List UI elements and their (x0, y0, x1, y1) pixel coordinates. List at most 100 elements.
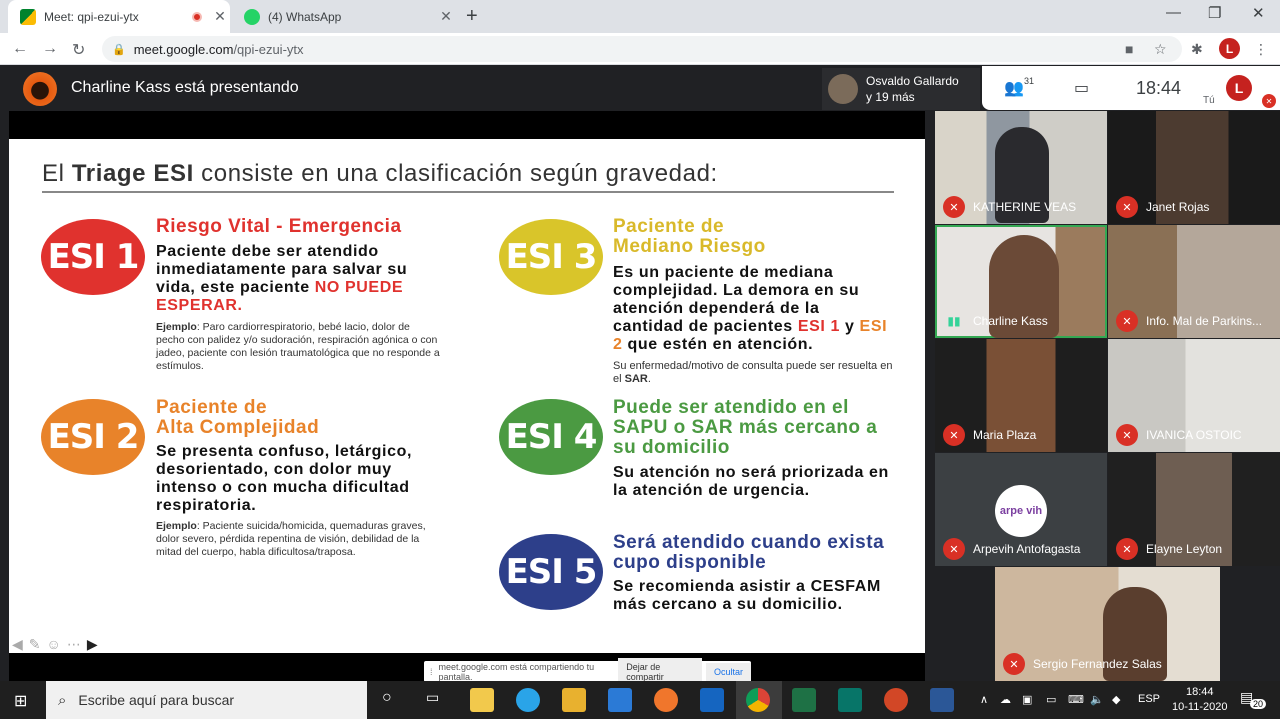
extensions-icon[interactable]: ✱ (1191, 41, 1203, 58)
chat-icon[interactable]: ▭ (1074, 78, 1089, 98)
drag-handle-icon[interactable]: ⁞ (430, 667, 433, 677)
mic-muted-icon: ✕ (1116, 310, 1138, 332)
volume-muted-icon[interactable]: 🔈 (1090, 693, 1104, 706)
url-host: meet.google.com (133, 41, 234, 57)
forward-icon[interactable]: → (42, 40, 58, 58)
esi2-title: Paciente de Alta Complejidad (156, 397, 320, 438)
esi4-title: Puede ser atendido en el SAPU o SAR más … (613, 397, 878, 458)
battery-icon[interactable]: ▭ (1046, 693, 1056, 706)
camera-icon[interactable]: ■ (1125, 41, 1133, 57)
prev-slide-icon[interactable]: ◀ (12, 636, 23, 653)
esi4-badge: ESI 4 (499, 399, 603, 475)
close-tab-icon[interactable]: ✕ (210, 8, 230, 25)
address-bar-row: ← → ↻ 🔒 meet.google.com/qpi-ezui-ytx ■ ☆… (0, 33, 1280, 65)
network-icon[interactable]: ⌨ (1068, 693, 1084, 706)
participant-count: 31 (1024, 76, 1035, 86)
tab-title: (4) WhatsApp (268, 9, 342, 24)
dropbox-icon[interactable]: ◆ (1112, 693, 1120, 706)
whatsapp-favicon-icon (244, 8, 260, 25)
taskbar-clock[interactable]: 18:44 10-11-2020 (1172, 685, 1227, 715)
sharing-message: meet.google.com está compartiendo tu pan… (438, 661, 595, 682)
tab-whatsapp[interactable]: (4) WhatsApp ✕ (232, 0, 456, 33)
mail-icon[interactable] (608, 688, 632, 712)
participant-tile[interactable]: ✕ Info. Mal de Parkins... (1108, 225, 1280, 338)
tab-meet[interactable]: Meet: qpi-ezui-ytx ✕ (8, 0, 230, 33)
mic-muted-icon: ✕ (943, 424, 965, 446)
menu-icon[interactable]: ⋮ (1254, 41, 1268, 58)
meet-tray-icon[interactable]: ▣ (1022, 693, 1032, 706)
esi2-badge: ESI 2 (41, 399, 145, 475)
more-icon[interactable]: ⋯ (67, 636, 81, 653)
people-icon[interactable]: 👥 (1004, 78, 1024, 98)
store-icon[interactable] (470, 688, 494, 712)
chrome-icon[interactable] (746, 688, 770, 712)
next-slide-icon[interactable]: ▶ (87, 636, 98, 653)
mic-muted-icon: ✕ (1116, 538, 1138, 560)
esi1-badge: ESI 1 (41, 219, 145, 295)
participant-tile[interactable]: ✕ Maria Plaza (935, 339, 1107, 452)
search-placeholder: Escribe aquí para buscar (78, 692, 235, 708)
pen-icon[interactable]: ✎ (29, 636, 41, 653)
participant-tile[interactable]: ✕ IVANICA OSTOIC (1108, 339, 1280, 452)
esi2-example: Ejemplo: Paciente suicida/homicida, quem… (156, 520, 426, 558)
excel-icon[interactable] (792, 688, 816, 712)
esi1-body: Paciente debe ser atendido inmediatament… (156, 243, 408, 314)
file-explorer-icon[interactable] (562, 688, 586, 712)
taskbar-search[interactable]: ⌕ Escribe aquí para buscar (46, 681, 367, 719)
esi5-body: Se recomienda asistir a CESFAM más cerca… (613, 578, 881, 613)
esi1-example: Ejemplo: Paro cardiorrespiratorio, bebé … (156, 321, 440, 372)
participant-name: ✕ Janet Rojas (1116, 196, 1209, 218)
heading-divider (42, 191, 894, 193)
esi5-title: Será atendido cuando exista cupo disponi… (613, 532, 885, 573)
reload-icon[interactable]: ↻ (72, 40, 85, 60)
esi5-badge: ESI 5 (499, 534, 603, 610)
participant-name: ✕ KATHERINE VEAS (943, 196, 1076, 218)
firefox-icon[interactable] (654, 688, 678, 712)
edge-icon[interactable] (516, 688, 540, 712)
publisher-icon[interactable] (838, 688, 862, 712)
maximize-icon[interactable]: ❐ (1208, 4, 1221, 22)
outlook-icon[interactable] (700, 688, 724, 712)
self-mic-muted-icon: ✕ (1262, 94, 1276, 108)
participant-tile[interactable]: ✕ Elayne Leyton (1108, 453, 1280, 566)
windows-start-icon[interactable]: ⊞ (14, 691, 27, 711)
minimize-icon[interactable]: — (1166, 4, 1181, 21)
bookmark-star-icon[interactable]: ☆ (1154, 41, 1167, 58)
meet-clock: 18:44 (1136, 78, 1182, 98)
active-speaker-chip[interactable]: Osvaldo Gallardo y 19 más (822, 68, 980, 110)
powerpoint-icon[interactable] (884, 688, 908, 712)
screen-sharing-bar: ⁞ meet.google.com está compartiendo tu p… (424, 657, 751, 686)
mic-muted-icon: ✕ (943, 196, 965, 218)
cortana-icon[interactable]: ○ (382, 689, 392, 707)
lock-icon: 🔒 (112, 43, 126, 56)
zoom-icon[interactable]: ☺ (47, 636, 61, 653)
word-icon[interactable] (930, 688, 954, 712)
new-tab-icon[interactable]: + (466, 5, 478, 28)
task-view-icon[interactable]: ▭ (426, 689, 439, 706)
url-field[interactable]: 🔒 meet.google.com/qpi-ezui-ytx (102, 36, 1182, 62)
close-tab-icon[interactable]: ✕ (436, 8, 456, 25)
participant-name: ✕ Sergio Fernandez Salas (1003, 653, 1162, 675)
search-icon: ⌕ (58, 691, 67, 709)
participant-tile[interactable]: ✕ Janet Rojas (1108, 111, 1280, 224)
participant-tile[interactable]: ✕ KATHERINE VEAS (935, 111, 1107, 224)
participant-tile[interactable]: ▮▮ Charline Kass (935, 225, 1107, 338)
presenter-icon (23, 72, 57, 106)
participant-name: ✕ Info. Mal de Parkins... (1116, 310, 1262, 332)
shared-slide: El Triage ESI consiste en una clasificac… (9, 139, 925, 653)
back-icon[interactable]: ← (12, 40, 28, 58)
mic-muted-icon: ✕ (1116, 424, 1138, 446)
hide-bar-button[interactable]: Ocultar (705, 662, 751, 681)
arpevih-logo: arpe vih (995, 485, 1047, 537)
onedrive-icon[interactable]: ☁ (1000, 693, 1011, 706)
participant-tile[interactable]: ✕ Sergio Fernandez Salas (995, 567, 1220, 681)
participant-tile[interactable]: arpe vih ✕ Arpevih Antofagasta (935, 453, 1107, 566)
mic-muted-icon: ✕ (1003, 653, 1025, 675)
participant-name: ✕ IVANICA OSTOIC (1116, 424, 1242, 446)
esi3-body: Es un paciente de mediana complejidad. L… (613, 264, 888, 353)
self-avatar[interactable]: L (1226, 75, 1252, 101)
show-hidden-icons-icon[interactable]: ∧ (980, 693, 988, 706)
profile-avatar[interactable]: L (1219, 38, 1240, 59)
close-window-icon[interactable]: ✕ (1252, 4, 1265, 22)
input-language[interactable]: ESP (1138, 693, 1160, 705)
